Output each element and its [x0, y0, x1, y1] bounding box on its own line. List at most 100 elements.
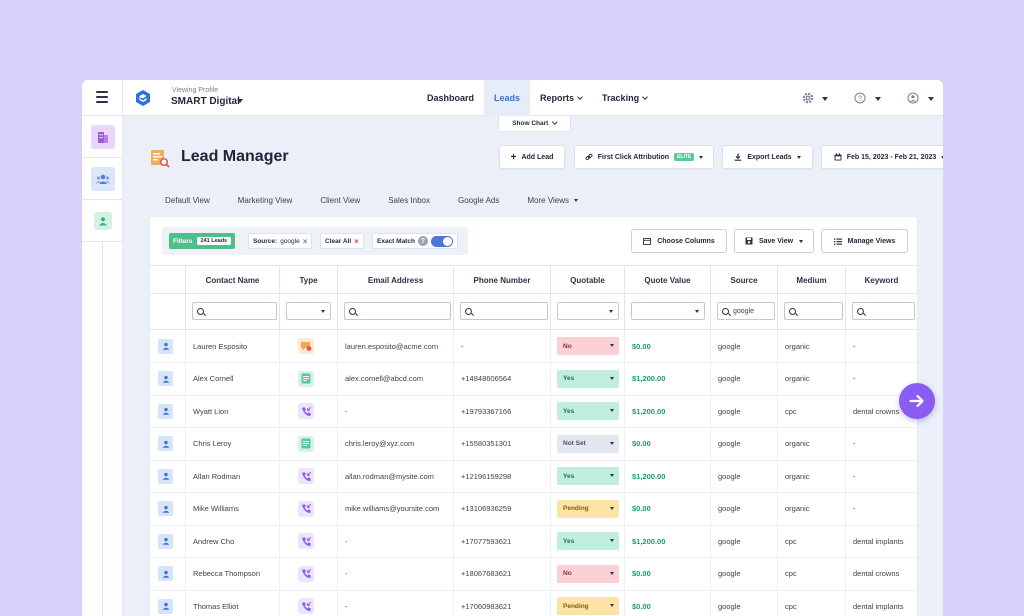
avatar[interactable] [158, 338, 173, 354]
cell-contact-name[interactable]: Allan Rodman [185, 460, 279, 492]
th-quote-value[interactable]: Quote Value [624, 266, 710, 295]
tab-google-ads[interactable]: Google Ads [458, 196, 499, 205]
quotable-select[interactable]: Pending [557, 499, 619, 518]
sidebar-item-profile[interactable] [82, 200, 123, 242]
table-row[interactable]: Thomas Elliot - +17060983621 Pending $0.00 go… [150, 590, 917, 616]
phone-filter-input[interactable] [460, 302, 548, 320]
type-filter-select[interactable] [286, 302, 331, 320]
quotable-select[interactable]: Yes [557, 369, 619, 388]
quotable-select[interactable]: Yes [557, 532, 619, 550]
table-row[interactable]: Lauren Esposito lauren.esposito@acme.com -… [150, 330, 917, 363]
cell-avatar[interactable] [150, 493, 185, 525]
clear-all-chip[interactable]: Clear All × [320, 233, 364, 249]
cell-avatar[interactable] [150, 428, 185, 460]
nav-reports[interactable]: Reports [530, 80, 592, 116]
avatar[interactable] [158, 468, 173, 484]
save-view-button[interactable]: Save View [734, 229, 814, 253]
tab-more-views[interactable]: More Views [527, 196, 579, 205]
cell-contact-name[interactable]: Thomas Elliot [185, 590, 279, 616]
gear-icon[interactable] [802, 92, 814, 104]
th-type[interactable]: Type [279, 266, 337, 295]
account-caret-icon[interactable] [928, 97, 934, 101]
avatar[interactable] [158, 436, 173, 451]
tab-sales-inbox[interactable]: Sales Inbox [388, 196, 430, 205]
close-icon[interactable]: × [354, 237, 359, 246]
quotable-select[interactable]: No [557, 564, 619, 583]
quotable-select[interactable]: Not Set [557, 434, 619, 453]
table-row[interactable]: Andrew Cho - +17077593621 Yes $1,200.00 googl… [150, 525, 917, 558]
cell-contact-name[interactable]: Wyatt Lion [185, 395, 279, 427]
cell-avatar[interactable] [150, 590, 185, 616]
source-filter-chip[interactable]: Source: google × [248, 233, 313, 249]
cell-contact-name[interactable]: Rebecca Thompson [185, 557, 279, 590]
th-keyword[interactable]: Keyword [845, 266, 917, 295]
tab-marketing-view[interactable]: Marketing View [238, 196, 293, 205]
next-arrow-button[interactable] [899, 383, 935, 419]
avatar[interactable] [158, 501, 173, 516]
th-quotable[interactable]: Quotable [550, 266, 624, 295]
table-row[interactable]: Chris Leroy chris.leroy@xyz.com +155803513… [150, 427, 917, 461]
help-icon[interactable]: ? [417, 236, 428, 246]
th-source[interactable]: Source [710, 266, 777, 295]
cell-contact-name[interactable]: Alex Cornell [185, 362, 279, 395]
email-filter-input[interactable] [344, 302, 451, 320]
cell-avatar[interactable] [150, 460, 185, 492]
close-icon[interactable]: × [303, 237, 308, 246]
tab-default-view[interactable]: Default View [165, 196, 210, 205]
tab-client-view[interactable]: Client View [320, 196, 360, 205]
avatar[interactable] [158, 403, 173, 419]
table-row[interactable]: Mike Williams mike.williams@yoursite.com +… [150, 492, 917, 526]
cell-avatar[interactable] [150, 330, 185, 362]
keyword-filter-input[interactable] [852, 302, 915, 320]
exact-match-toggle[interactable] [430, 235, 453, 247]
quotable-select[interactable]: Pending [557, 597, 619, 615]
menu-icon[interactable] [96, 91, 108, 103]
cell-avatar[interactable] [150, 363, 185, 395]
table-row[interactable]: Rebecca Thompson - +18067683621 No $0.00 goog… [150, 557, 917, 591]
contact-name-filter-input[interactable] [192, 302, 277, 320]
help-icon[interactable]: ? [854, 92, 866, 104]
sidebar-item-agency[interactable] [82, 116, 123, 158]
quotable-filter-select[interactable] [557, 302, 619, 320]
choose-columns-button[interactable]: Choose Columns [631, 229, 727, 253]
profile-name[interactable]: SMART Digital [171, 96, 240, 107]
date-range-button[interactable]: Feb 15, 2023 - Feb 21, 2023 [821, 145, 943, 169]
cell-contact-name[interactable]: Andrew Cho [185, 525, 279, 557]
table-row[interactable]: Wyatt Lion - +19793367166 Yes $1,200.00 googl… [150, 395, 917, 428]
th-contact-name[interactable]: Contact Name [185, 266, 279, 295]
cell-contact-name[interactable]: Mike Williams [185, 492, 279, 525]
nav-dashboard[interactable]: Dashboard [417, 80, 484, 116]
sidebar-item-team[interactable] [82, 158, 123, 200]
source-filter-input[interactable]: google [717, 302, 775, 320]
th-email[interactable]: Email Address [337, 266, 453, 295]
manage-views-button[interactable]: Manage Views [821, 229, 908, 253]
cell-contact-name[interactable]: Chris Leroy [185, 427, 279, 460]
cell-avatar[interactable] [150, 558, 185, 590]
settings-caret-icon[interactable] [822, 97, 828, 101]
attribution-button[interactable]: First Click Attribution ELITE [574, 145, 714, 169]
cell-contact-name[interactable]: Lauren Esposito [185, 330, 279, 362]
show-chart-button[interactable]: Show Chart [498, 116, 571, 132]
nav-tracking[interactable]: Tracking [592, 80, 657, 116]
help-caret-icon[interactable] [875, 97, 881, 101]
quote-value-filter-select[interactable] [631, 302, 705, 320]
avatar[interactable] [158, 371, 173, 386]
cell-avatar[interactable] [150, 395, 185, 427]
avatar[interactable] [158, 566, 173, 581]
th-medium[interactable]: Medium [777, 266, 845, 295]
cell-avatar[interactable] [150, 525, 185, 557]
table-row[interactable]: Allan Rodman allan.rodman@mysite.com +1219… [150, 460, 917, 493]
user-account-icon[interactable] [907, 92, 919, 104]
avatar[interactable] [158, 533, 173, 549]
avatar[interactable] [158, 598, 173, 614]
profile-caret-icon[interactable] [237, 99, 243, 103]
th-phone[interactable]: Phone Number [453, 266, 550, 295]
filters-toggle[interactable]: Filters 241 Leads [169, 233, 236, 249]
table-row[interactable]: Alex Cornell alex.cornell@abcd.com +148486… [150, 362, 917, 396]
medium-filter-input[interactable] [784, 302, 843, 320]
export-leads-button[interactable]: Export Leads [722, 145, 813, 169]
add-lead-button[interactable]: + Add Lead [499, 145, 565, 169]
quotable-select[interactable]: Yes [557, 467, 619, 485]
quotable-select[interactable]: No [557, 337, 619, 355]
quotable-select[interactable]: Yes [557, 402, 619, 420]
